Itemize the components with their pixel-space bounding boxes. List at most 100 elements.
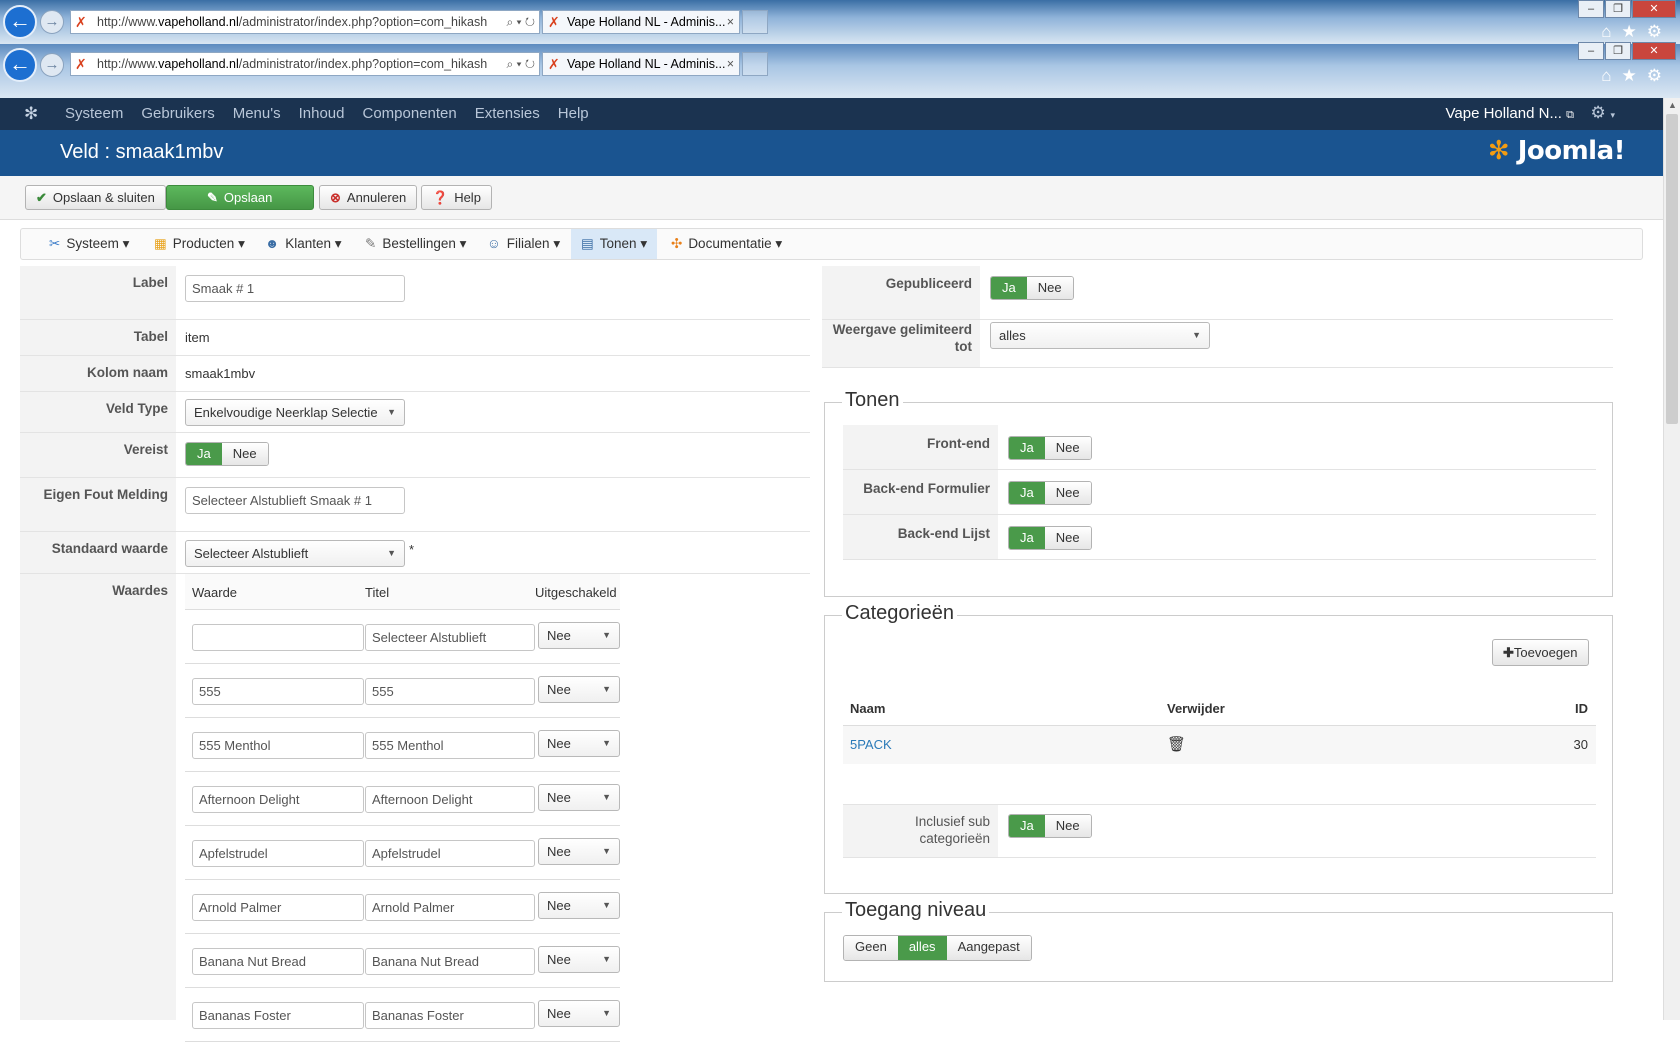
joomla-icon[interactable]: ✻ bbox=[24, 104, 38, 124]
title-input[interactable]: 555 bbox=[365, 678, 535, 705]
title-input[interactable]: Arnold Palmer bbox=[365, 894, 535, 921]
value-input[interactable]: Apfelstrudel bbox=[192, 840, 364, 867]
backend-list-yes[interactable]: Ja bbox=[1009, 527, 1045, 549]
minimize-icon[interactable]: – bbox=[1578, 0, 1604, 18]
fieldtype-select[interactable]: Enkelvoudige Neerklap Selectie ▼ bbox=[185, 399, 405, 426]
published-yes[interactable]: Ja bbox=[991, 277, 1027, 299]
value-input[interactable]: Afternoon Delight bbox=[192, 786, 364, 813]
scroll-up-icon[interactable]: ▲ bbox=[1668, 100, 1677, 110]
address-tools-icon[interactable]: ⌕ ▾ ↻ bbox=[506, 53, 535, 75]
value-input[interactable]: 555 bbox=[192, 678, 364, 705]
menu-componenten[interactable]: Componenten bbox=[363, 105, 457, 122]
default-select[interactable]: Selecteer Alstublieft ▼ bbox=[185, 540, 405, 567]
disabled-select[interactable]: Nee ▼ bbox=[538, 784, 620, 811]
default-row: Standaard waarde Selecteer Alstublieft ▼ … bbox=[20, 532, 810, 574]
menu-help[interactable]: Help bbox=[558, 105, 589, 122]
site-link[interactable]: Vape Holland N... ⧉ bbox=[1446, 105, 1575, 122]
forward-button-shadow[interactable]: → bbox=[40, 10, 64, 34]
disabled-select[interactable]: Nee ▼ bbox=[538, 622, 620, 649]
menu-gebruikers[interactable]: Gebruikers bbox=[141, 105, 214, 122]
title-input[interactable]: Afternoon Delight bbox=[365, 786, 535, 813]
access-aangepast[interactable]: Aangepast bbox=[946, 936, 1031, 960]
backend-form-yes[interactable]: Ja bbox=[1009, 482, 1045, 504]
maximize-icon[interactable]: ❐ bbox=[1605, 0, 1631, 18]
limited-label: Weergave gelimiteerd tot bbox=[822, 320, 980, 367]
tab-documentatie[interactable]: ✣ Documentatie ▾ bbox=[671, 229, 782, 259]
include-sub-no[interactable]: Nee bbox=[1044, 815, 1091, 837]
label-input[interactable]: Smaak # 1 bbox=[185, 275, 405, 302]
save-close-button[interactable]: ✔ Opslaan & sluiten bbox=[25, 185, 166, 210]
title-input[interactable]: 555 Menthol bbox=[365, 732, 535, 759]
access-alles[interactable]: alles bbox=[897, 936, 947, 960]
disabled-select[interactable]: Nee ▼ bbox=[538, 892, 620, 919]
disabled-select[interactable]: Nee ▼ bbox=[538, 946, 620, 973]
tab-close-icon[interactable]: × bbox=[727, 53, 734, 75]
browser-tools-icons[interactable]: ⌂★⚙ bbox=[1601, 22, 1672, 42]
tools-icon: ✂ bbox=[49, 236, 61, 251]
forward-button[interactable]: → bbox=[40, 53, 64, 77]
address-bar[interactable]: ✗ http://www.vapeholland.nl/administrator… bbox=[70, 52, 540, 76]
title-input[interactable]: Apfelstrudel bbox=[365, 840, 535, 867]
help-button[interactable]: ❓ Help bbox=[421, 185, 492, 210]
close-window-icon[interactable]: ✕ bbox=[1632, 0, 1676, 18]
value-input[interactable]: 555 Menthol bbox=[192, 732, 364, 759]
title-input[interactable]: Banana Nut Bread bbox=[365, 948, 535, 975]
value-input[interactable] bbox=[192, 624, 364, 651]
required-yes[interactable]: Ja bbox=[186, 443, 222, 465]
page-scrollbar[interactable]: ▲ bbox=[1663, 98, 1680, 1020]
browser-tab-shadow[interactable]: ✗ Vape Holland NL - Adminis... × bbox=[542, 10, 740, 34]
tab-bestellingen[interactable]: ✎ Bestellingen ▾ bbox=[365, 229, 466, 259]
title-input[interactable]: Bananas Foster bbox=[365, 1002, 535, 1029]
backend-list-no[interactable]: Nee bbox=[1044, 527, 1091, 549]
published-no[interactable]: Nee bbox=[1026, 277, 1073, 299]
tab-systeem[interactable]: ✂ Systeem ▾ bbox=[49, 229, 129, 259]
menu-extensies[interactable]: Extensies bbox=[475, 105, 540, 122]
disabled-select[interactable]: Nee ▼ bbox=[538, 1000, 620, 1027]
close-window-icon[interactable]: ✕ bbox=[1632, 42, 1676, 60]
menu-systeem[interactable]: Systeem bbox=[65, 105, 123, 122]
backend-list-toggle: Ja Nee bbox=[1008, 526, 1092, 550]
disabled-select[interactable]: Nee ▼ bbox=[538, 838, 620, 865]
browser-tab[interactable]: ✗ Vape Holland NL - Adminis... × bbox=[542, 52, 740, 76]
tab-producten[interactable]: ▦ Producten ▾ bbox=[154, 229, 245, 259]
tab-filialen[interactable]: ☺ Filialen ▾ bbox=[487, 229, 560, 259]
new-tab-button[interactable] bbox=[742, 52, 768, 76]
maximize-icon[interactable]: ❐ bbox=[1605, 42, 1631, 60]
minimize-icon[interactable]: – bbox=[1578, 42, 1604, 60]
browser-tools-icons[interactable]: ⌂★⚙ bbox=[1601, 66, 1672, 86]
menu-menus[interactable]: Menu's bbox=[233, 105, 281, 122]
values-table-row: 555 555 Nee ▼ bbox=[185, 664, 620, 718]
trash-icon[interactable]: 🗑 bbox=[1167, 735, 1186, 753]
limited-select[interactable]: alles ▼ bbox=[990, 322, 1210, 349]
add-category-button[interactable]: ✚Toevoegen bbox=[1492, 639, 1589, 666]
tab-tonen[interactable]: ▤ Tonen ▾ bbox=[571, 229, 658, 259]
backend-form-no[interactable]: Nee bbox=[1044, 482, 1091, 504]
menu-inhoud[interactable]: Inhoud bbox=[299, 105, 345, 122]
category-link[interactable]: 5PACK bbox=[850, 737, 892, 752]
disabled-select[interactable]: Nee ▼ bbox=[538, 676, 620, 703]
value-input[interactable]: Bananas Foster bbox=[192, 1002, 364, 1029]
value-input[interactable]: Arnold Palmer bbox=[192, 894, 364, 921]
new-tab-button[interactable] bbox=[742, 10, 768, 34]
required-no[interactable]: Nee bbox=[221, 443, 268, 465]
disabled-select[interactable]: Nee ▼ bbox=[538, 730, 620, 757]
access-geen[interactable]: Geen bbox=[844, 936, 898, 960]
include-sub-yes[interactable]: Ja bbox=[1009, 815, 1045, 837]
tab-close-icon[interactable]: × bbox=[727, 11, 734, 33]
address-tools-icon[interactable]: ⌕ ▾ ↻ bbox=[506, 11, 535, 33]
gear-icon[interactable]: ⚙ ▾ bbox=[1591, 103, 1616, 123]
frontend-yes[interactable]: Ja bbox=[1009, 437, 1045, 459]
tab-klanten[interactable]: ☻ Klanten ▾ bbox=[265, 229, 342, 259]
frontend-no[interactable]: Nee bbox=[1044, 437, 1091, 459]
address-bar-shadow[interactable]: ✗ http://www.vapeholland.nl/administrator… bbox=[70, 10, 540, 34]
cancel-button[interactable]: ⊗ Annuleren bbox=[319, 185, 418, 210]
value-input[interactable]: Banana Nut Bread bbox=[192, 948, 364, 975]
title-input[interactable]: Selecteer Alstublieft bbox=[365, 624, 535, 651]
scrollbar-thumb[interactable] bbox=[1666, 114, 1678, 424]
error-input[interactable]: Selecteer Alstublieft Smaak # 1 bbox=[185, 487, 405, 514]
values-table-row: 555 Menthol 555 Menthol Nee ▼ bbox=[185, 718, 620, 772]
chevron-down-icon: ▼ bbox=[602, 846, 611, 856]
back-button[interactable]: ← bbox=[3, 48, 37, 82]
back-button-shadow[interactable]: ← bbox=[3, 5, 37, 39]
save-button[interactable]: ✎ Opslaan bbox=[166, 185, 314, 210]
